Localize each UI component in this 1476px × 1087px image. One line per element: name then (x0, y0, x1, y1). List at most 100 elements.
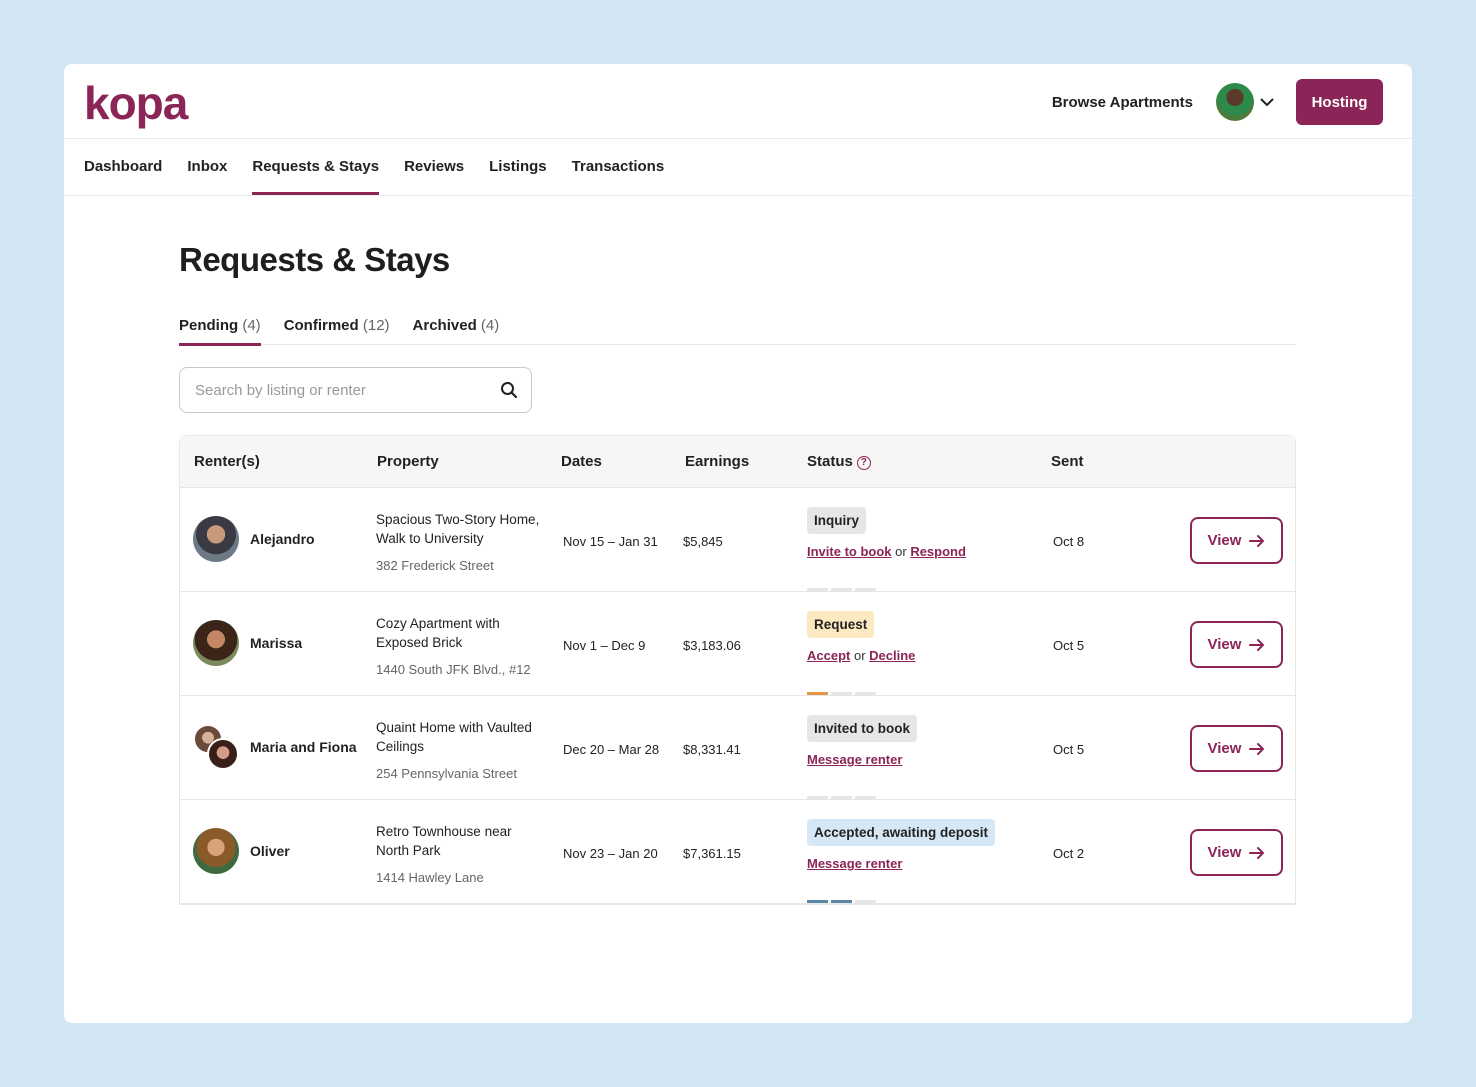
tab-pending[interactable]: Pending (4) (179, 317, 261, 346)
view-button[interactable]: View (1190, 725, 1283, 772)
avatar-pair (193, 724, 239, 770)
tab-count: (12) (362, 317, 390, 334)
arrow-right-icon (1249, 534, 1265, 547)
message-renter-link[interactable]: Message renter (807, 752, 902, 767)
progress-segment (807, 588, 828, 591)
chevron-down-icon[interactable] (1260, 97, 1274, 107)
header-status: Status? (807, 453, 871, 470)
kopa-logo[interactable]: kopa (84, 76, 188, 130)
earnings-cell: $5,845 (683, 534, 723, 549)
progress-indicator (807, 900, 876, 903)
decline-link[interactable]: Decline (869, 648, 915, 663)
sent-cell: Oct 5 (1053, 638, 1085, 653)
search-icon[interactable] (499, 380, 519, 400)
respond-link[interactable]: Respond (910, 544, 966, 559)
property-address: 1440 South JFK Blvd., #12 (376, 662, 531, 677)
header-property: Property (377, 453, 439, 470)
progress-segment (831, 588, 852, 591)
status-tabs: Pending (4) Confirmed (12) Archived (4) (179, 317, 1296, 346)
progress-segment (831, 692, 852, 695)
invite-to-book-link[interactable]: Invite to book (807, 544, 892, 559)
account-menu[interactable] (1216, 83, 1274, 121)
sent-cell: Oct 5 (1053, 742, 1085, 757)
table-row: Alejandro Spacious Two-Story Home, Walk … (180, 488, 1295, 592)
app-window: kopa Browse Apartments Hosting Dashboard… (64, 64, 1412, 1023)
status-badge: Invited to book (807, 715, 917, 742)
progress-segment (855, 900, 876, 903)
progress-indicator (807, 588, 876, 591)
sent-cell: Oct 8 (1053, 534, 1085, 549)
progress-segment (855, 692, 876, 695)
progress-segment (855, 796, 876, 799)
property-cell: Retro Townhouse near North Park 1414 Haw… (376, 822, 546, 887)
help-icon[interactable]: ? (856, 456, 871, 470)
view-button[interactable]: View (1190, 517, 1283, 564)
renter-cell: Alejandro (193, 516, 315, 562)
arrow-right-icon (1249, 742, 1265, 755)
progress-indicator (807, 796, 876, 799)
avatar[interactable] (1216, 83, 1254, 121)
status-cell: Accepted, awaiting deposit Message rente… (807, 819, 996, 871)
tab-label: Pending (179, 317, 239, 334)
status-actions: Invite to book or Respond (807, 544, 966, 559)
property-address: 382 Frederick Street (376, 558, 494, 573)
nav-inbox[interactable]: Inbox (187, 139, 227, 195)
nav-requests-stays[interactable]: Requests & Stays (252, 139, 379, 195)
earnings-cell: $3,183.06 (683, 638, 741, 653)
progress-segment (807, 900, 828, 903)
property-title: Cozy Apartment with Exposed Brick (376, 616, 500, 650)
browse-apartments-link[interactable]: Browse Apartments (1052, 94, 1193, 111)
search-input[interactable] (180, 368, 480, 412)
avatar (193, 828, 239, 874)
tab-confirmed[interactable]: Confirmed (12) (284, 317, 390, 345)
view-button[interactable]: View (1190, 829, 1283, 876)
tab-label: Archived (412, 317, 477, 334)
tab-count: (4) (480, 317, 500, 334)
table-row: Maria and Fiona Quaint Home with Vaulted… (180, 696, 1295, 800)
tab-count: (4) (242, 317, 261, 334)
property-address: 254 Pennsylvania Street (376, 766, 517, 781)
view-label: View (1207, 740, 1242, 757)
table-header: Renter(s) Property Dates Earnings Status… (180, 436, 1295, 488)
progress-segment (855, 588, 876, 591)
status-badge: Request (807, 611, 875, 638)
status-actions: Message renter (807, 856, 995, 871)
message-renter-link[interactable]: Message renter (807, 856, 902, 871)
hosting-button[interactable]: Hosting (1296, 79, 1383, 125)
property-cell: Cozy Apartment with Exposed Brick 1440 S… (376, 614, 546, 679)
property-cell: Spacious Two-Story Home, Walk to Univers… (376, 510, 546, 575)
dates-cell: Nov 23 – Jan 20 (563, 846, 658, 861)
renter-name: Marissa (250, 635, 303, 651)
nav-listings[interactable]: Listings (489, 139, 547, 195)
view-button[interactable]: View (1190, 621, 1283, 668)
progress-segment (807, 692, 828, 695)
header-dates: Dates (561, 453, 602, 470)
nav-reviews[interactable]: Reviews (404, 139, 464, 195)
property-title: Spacious Two-Story Home, Walk to Univers… (376, 512, 540, 546)
arrow-right-icon (1249, 638, 1265, 651)
status-actions: Accept or Decline (807, 648, 915, 663)
property-title: Retro Townhouse near North Park (376, 824, 512, 858)
renter-name: Oliver (250, 843, 290, 859)
avatar (193, 516, 239, 562)
top-bar: kopa Browse Apartments Hosting (64, 64, 1412, 139)
tab-archived[interactable]: Archived (4) (413, 317, 500, 345)
accept-link[interactable]: Accept (807, 648, 850, 663)
avatar (207, 738, 239, 770)
property-address: 1414 Hawley Lane (376, 870, 484, 885)
avatar (193, 620, 239, 666)
page-title: Requests & Stays (179, 241, 450, 278)
progress-segment (807, 796, 828, 799)
header-earnings: Earnings (685, 453, 750, 470)
nav-dashboard[interactable]: Dashboard (84, 139, 162, 195)
sent-cell: Oct 2 (1053, 846, 1085, 861)
status-actions: Message renter (807, 752, 917, 767)
nav-transactions[interactable]: Transactions (572, 139, 665, 195)
renter-name: Alejandro (250, 531, 315, 547)
arrow-right-icon (1249, 846, 1265, 859)
progress-indicator (807, 692, 876, 695)
header-sent: Sent (1051, 453, 1084, 470)
renter-cell: Marissa (193, 620, 302, 666)
status-badge: Inquiry (807, 507, 867, 534)
renter-name: Maria and Fiona (250, 739, 357, 755)
